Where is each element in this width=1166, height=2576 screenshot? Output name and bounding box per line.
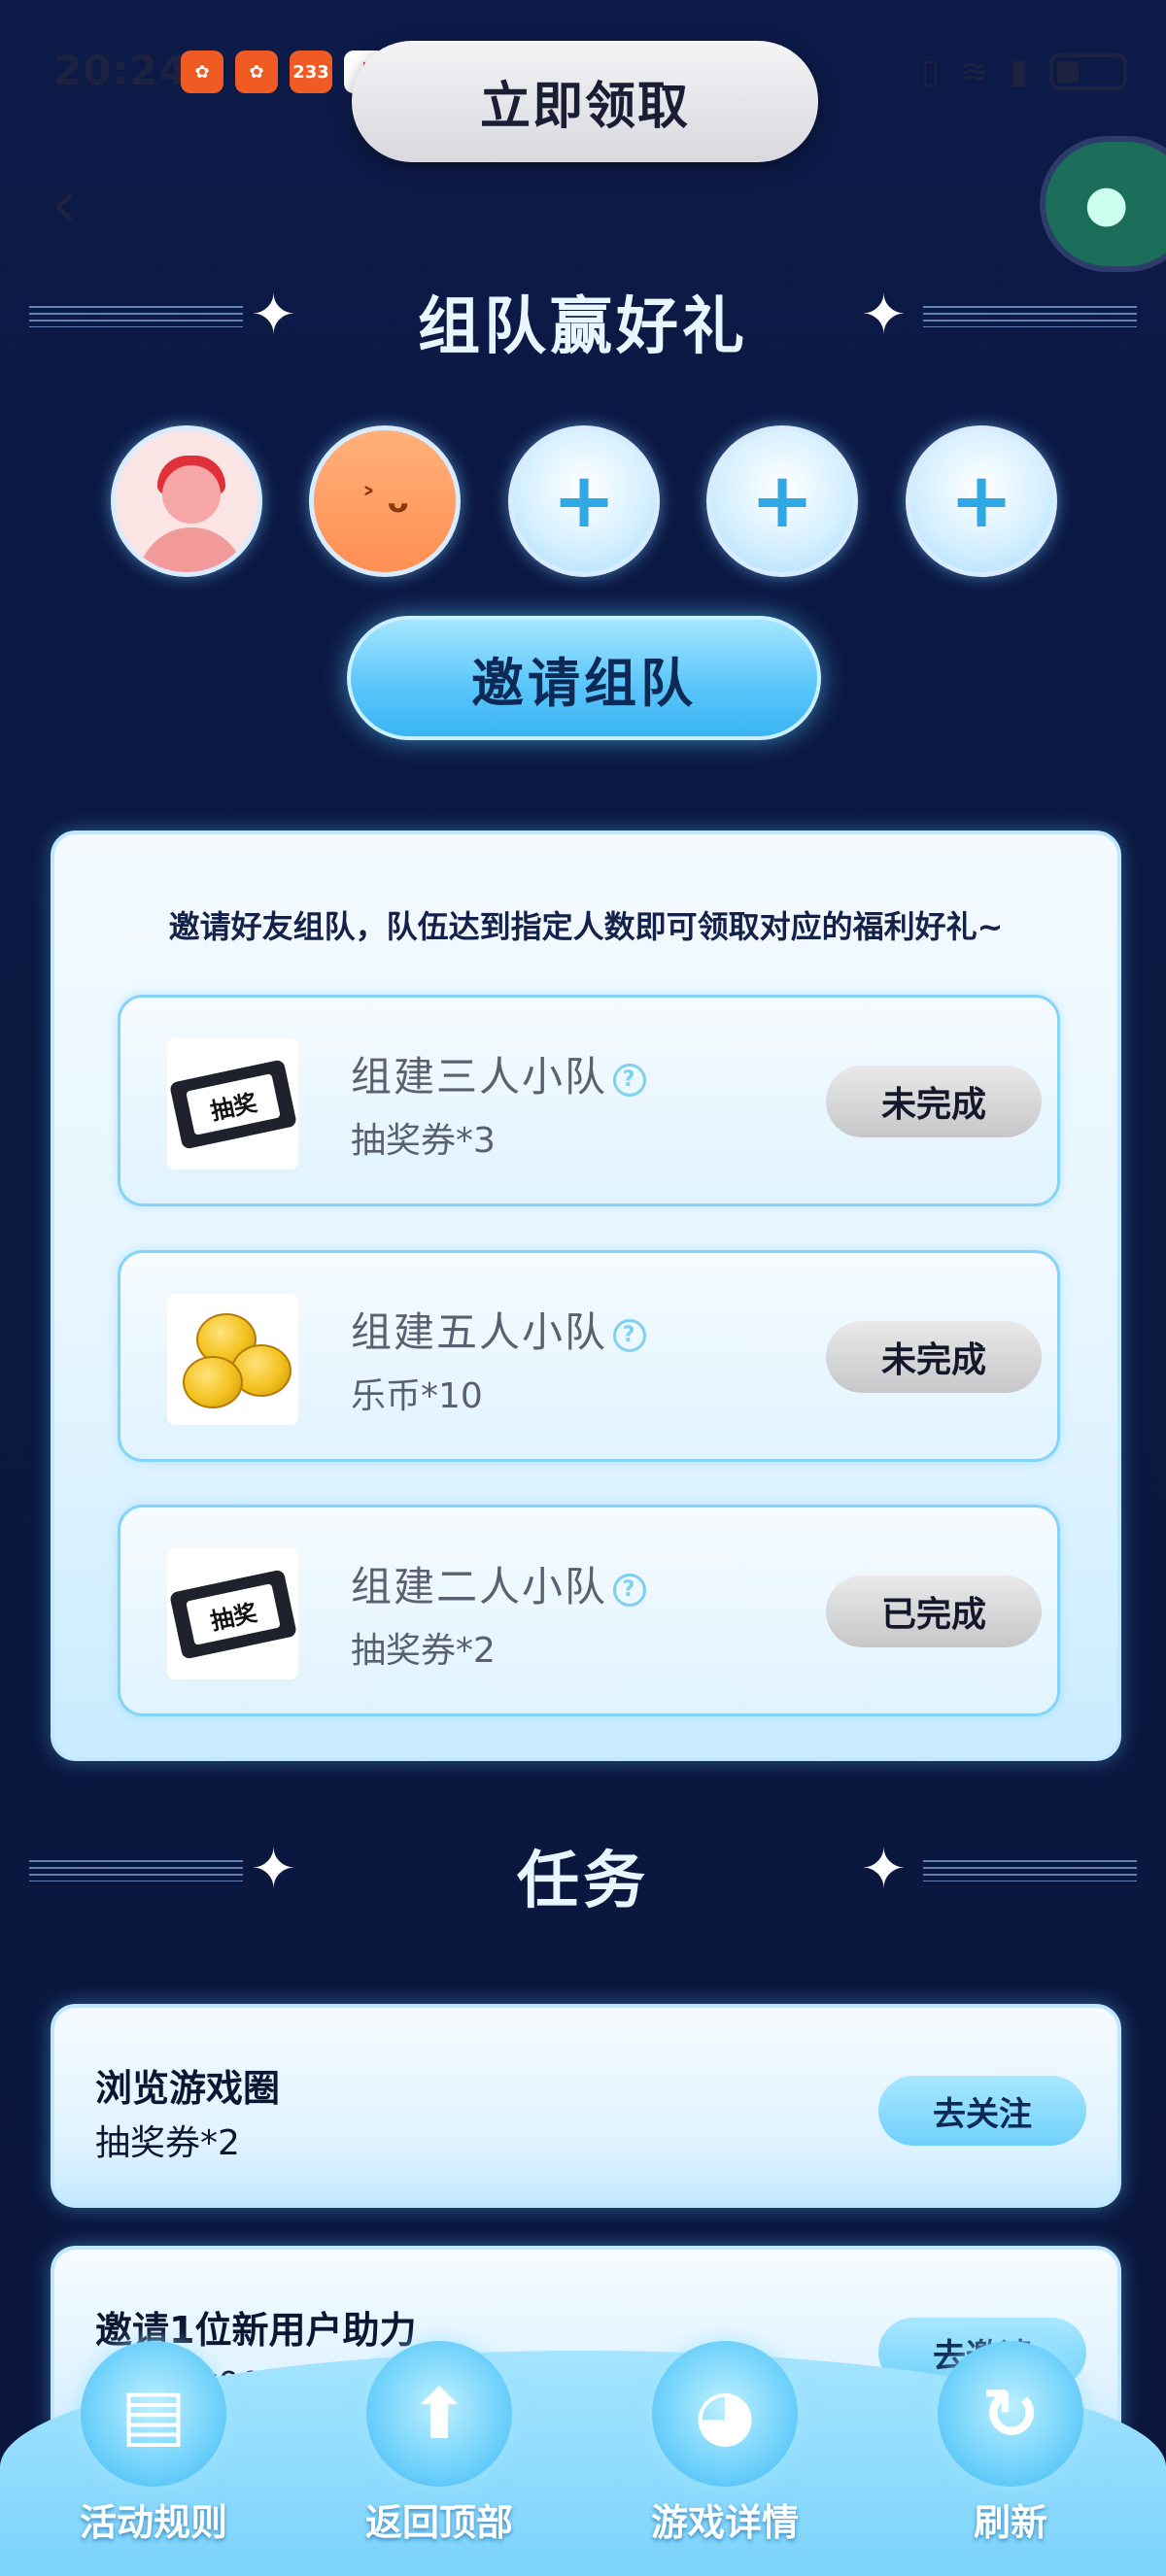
- rewards-description: 邀请好友组队，队伍达到指定人数即可领取对应的福利好礼~: [168, 908, 1004, 945]
- plus-icon: +: [552, 458, 616, 545]
- help-icon[interactable]: ?: [613, 1318, 647, 1352]
- task-reward: 抽奖券*2: [95, 2123, 240, 2163]
- task-card: 浏览游戏圈 抽奖券*2 去关注: [51, 2004, 1121, 2208]
- task-title: 浏览游戏圈: [95, 2067, 281, 2110]
- app-badge-text: 233: [292, 61, 329, 83]
- coins-icon: [167, 1294, 298, 1425]
- status-indicators: ▯ ≋ ▮: [921, 52, 1127, 91]
- follow-button[interactable]: 去关注: [878, 2076, 1086, 2146]
- battery-icon: [1049, 53, 1127, 90]
- app-233-icon: 233: [290, 51, 332, 93]
- nav-refresh[interactable]: ↻ 刷新: [913, 2341, 1108, 2574]
- chat-icon[interactable]: ●: [1040, 136, 1166, 272]
- app-notification-icon: ✿: [235, 51, 278, 93]
- reward-amount: 抽奖券*2: [351, 1631, 496, 1671]
- nav-label: 返回顶部: [364, 2501, 513, 2544]
- sparkle-icon: ✦: [861, 1838, 907, 1901]
- plus-icon: +: [949, 458, 1013, 545]
- empty-slot-add-button[interactable]: +: [706, 425, 858, 577]
- nav-game-details[interactable]: ◕ 游戏详情: [628, 2341, 822, 2574]
- reward-title: 组建二人小队?: [351, 1554, 647, 1613]
- bottom-nav: ▤ 活动规则 ⬆ 返回顶部 ◕ 游戏详情 ↻ 刷新: [0, 2341, 1166, 2576]
- help-icon[interactable]: ?: [613, 1063, 647, 1097]
- reward-row: 抽奖 组建三人小队? 抽奖券*3 未完成: [118, 995, 1060, 1206]
- sparkle-icon: ✦: [861, 284, 907, 347]
- lottery-ticket-icon: 抽奖: [167, 1038, 298, 1169]
- nav-activity-rules[interactable]: ▤ 活动规则: [56, 2341, 251, 2574]
- claim-now-button[interactable]: 立即领取: [352, 41, 818, 162]
- back-chevron-icon[interactable]: ‹: [51, 165, 109, 243]
- nav-label: 游戏详情: [650, 2501, 799, 2544]
- nav-label: 刷新: [973, 2501, 1047, 2544]
- nav-label: 活动规则: [79, 2501, 227, 2544]
- reward-amount: 抽奖券*3: [351, 1121, 496, 1161]
- team-member-avatar[interactable]: ˃ ᴗ: [309, 425, 461, 577]
- rewards-card: 邀请好友组队，队伍达到指定人数即可领取对应的福利好礼~ 抽奖 组建三人小队? 抽…: [51, 830, 1121, 1761]
- empty-slot-add-button[interactable]: +: [508, 425, 660, 577]
- vibrate-icon: ▯: [921, 52, 940, 91]
- reward-amount: 乐币*10: [351, 1376, 483, 1416]
- title-decoration-right: ✦: [845, 1841, 1137, 1899]
- reward-status-button[interactable]: 已完成: [826, 1576, 1042, 1647]
- wifi-icon: ≋: [960, 52, 989, 91]
- team-member-avatar[interactable]: [111, 425, 262, 577]
- nav-back-to-top[interactable]: ⬆ 返回顶部: [342, 2341, 536, 2574]
- reward-title: 组建五人小队?: [351, 1300, 647, 1359]
- refresh-icon: ↻: [938, 2341, 1083, 2487]
- reward-row: 组建五人小队? 乐币*10 未完成: [118, 1250, 1060, 1462]
- empty-slot-add-button[interactable]: +: [906, 425, 1057, 577]
- invite-team-button[interactable]: 邀请组队: [347, 616, 821, 740]
- status-time: 20:24: [53, 47, 189, 94]
- game-icon: ◕: [652, 2341, 798, 2487]
- lottery-ticket-icon: 抽奖: [167, 1548, 298, 1679]
- document-icon: ▤: [81, 2341, 226, 2487]
- reward-row: 抽奖 组建二人小队? 抽奖券*2 已完成: [118, 1505, 1060, 1716]
- app-notification-icon: ✿: [181, 51, 223, 93]
- alert-icon: ▮: [1010, 52, 1028, 91]
- avatar-face-icon: ˃ ᴗ: [360, 483, 409, 520]
- reward-status-button[interactable]: 未完成: [826, 1321, 1042, 1393]
- reward-status-button[interactable]: 未完成: [826, 1066, 1042, 1137]
- plus-icon: +: [750, 458, 814, 545]
- reward-title: 组建三人小队?: [351, 1044, 647, 1103]
- help-icon[interactable]: ?: [613, 1573, 647, 1607]
- arrow-up-icon: ⬆: [366, 2341, 512, 2487]
- title-decoration-right: ✦: [845, 287, 1137, 345]
